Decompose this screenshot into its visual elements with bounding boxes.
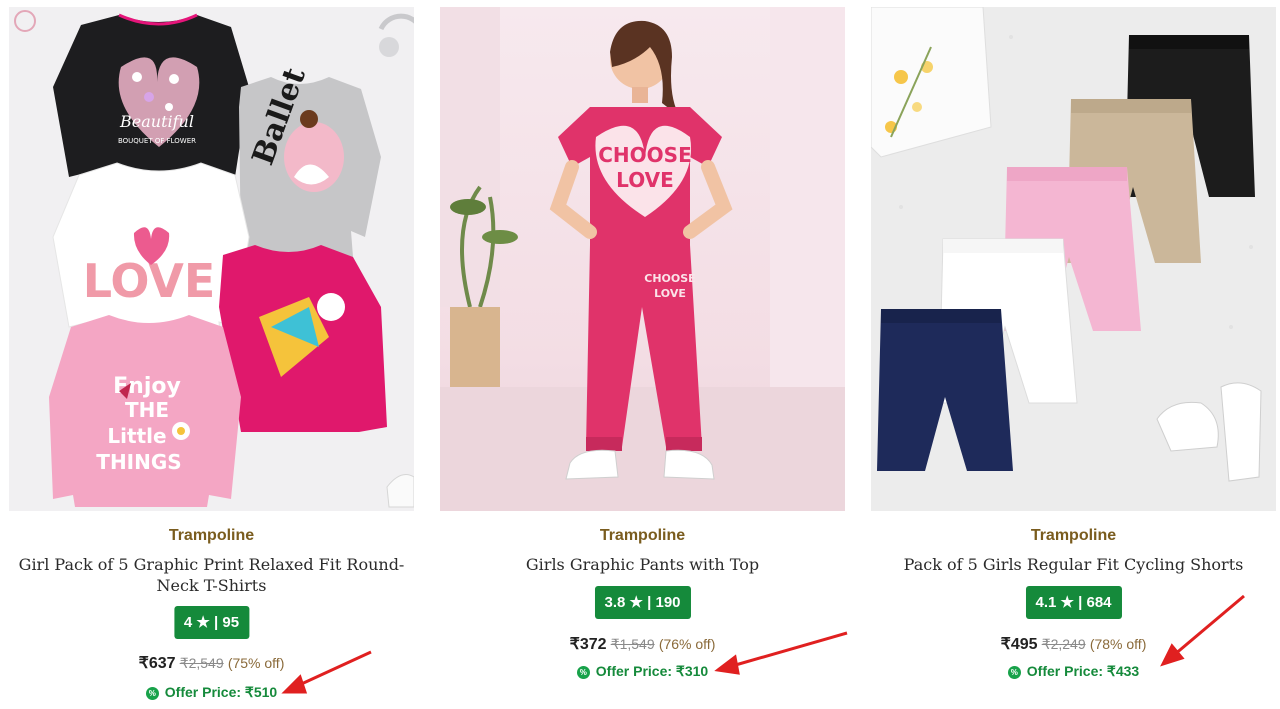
red-arrow-icon bbox=[714, 631, 848, 675]
red-arrow-icon bbox=[281, 650, 372, 694]
red-arrow-icon bbox=[1160, 594, 1245, 667]
annotation-arrows bbox=[281, 594, 1245, 694]
